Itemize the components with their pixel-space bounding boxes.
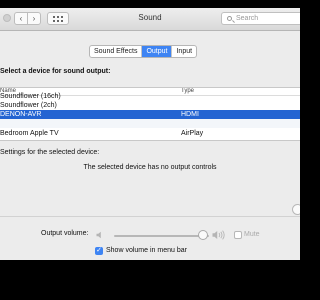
search-placeholder: Search bbox=[236, 15, 259, 22]
device-row[interactable] bbox=[0, 119, 300, 128]
output-device-list[interactable]: Name Type Soundflower (16ch) Soundflower… bbox=[0, 87, 300, 141]
device-type: AirPlay bbox=[181, 130, 204, 137]
tab-input[interactable]: Input bbox=[172, 46, 196, 57]
show-volume-label: Show volume in menu bar bbox=[106, 247, 187, 254]
speaker-low-icon bbox=[96, 231, 101, 239]
tab-sound-effects[interactable]: Sound Effects bbox=[90, 46, 143, 57]
output-volume-label: Output volume: bbox=[41, 230, 89, 237]
checkmark-icon: ✓ bbox=[96, 247, 102, 254]
device-row[interactable]: Soundflower (2ch) bbox=[0, 101, 300, 110]
tab-bar: Sound Effects Output Input bbox=[89, 45, 198, 58]
mute-label: Mute bbox=[244, 231, 260, 238]
device-name: Soundflower (16ch) bbox=[0, 93, 61, 100]
volume-slider-thumb[interactable] bbox=[198, 230, 208, 240]
device-row-selected[interactable]: DENON-AVR HDMI bbox=[0, 110, 300, 119]
search-icon bbox=[227, 16, 232, 21]
volume-slider[interactable] bbox=[114, 235, 209, 237]
device-name: Bedroom Apple TV bbox=[0, 130, 59, 137]
divider bbox=[0, 216, 300, 217]
title-bar: ‹ › Sound Search bbox=[0, 8, 300, 31]
speaker-high-icon bbox=[212, 230, 225, 240]
help-button[interactable] bbox=[292, 204, 300, 215]
sound-preferences-window: ‹ › Sound Search Sound Effects Output In… bbox=[0, 8, 300, 260]
show-volume-checkbox[interactable]: ✓ bbox=[95, 247, 103, 255]
device-row[interactable]: Bedroom Apple TV AirPlay bbox=[0, 129, 300, 138]
device-row[interactable]: Soundflower (16ch) bbox=[0, 92, 300, 101]
output-device-heading: Select a device for sound output: bbox=[0, 68, 111, 75]
device-name: Soundflower (2ch) bbox=[0, 102, 57, 109]
device-type: HDMI bbox=[181, 111, 199, 118]
device-settings-heading: Settings for the selected device: bbox=[0, 149, 100, 156]
mute-checkbox[interactable] bbox=[234, 231, 242, 239]
device-name: DENON-AVR bbox=[0, 111, 42, 118]
tab-output[interactable]: Output bbox=[142, 46, 173, 57]
search-field[interactable]: Search bbox=[221, 12, 300, 25]
no-output-controls-message: The selected device has no output contro… bbox=[83, 164, 217, 171]
